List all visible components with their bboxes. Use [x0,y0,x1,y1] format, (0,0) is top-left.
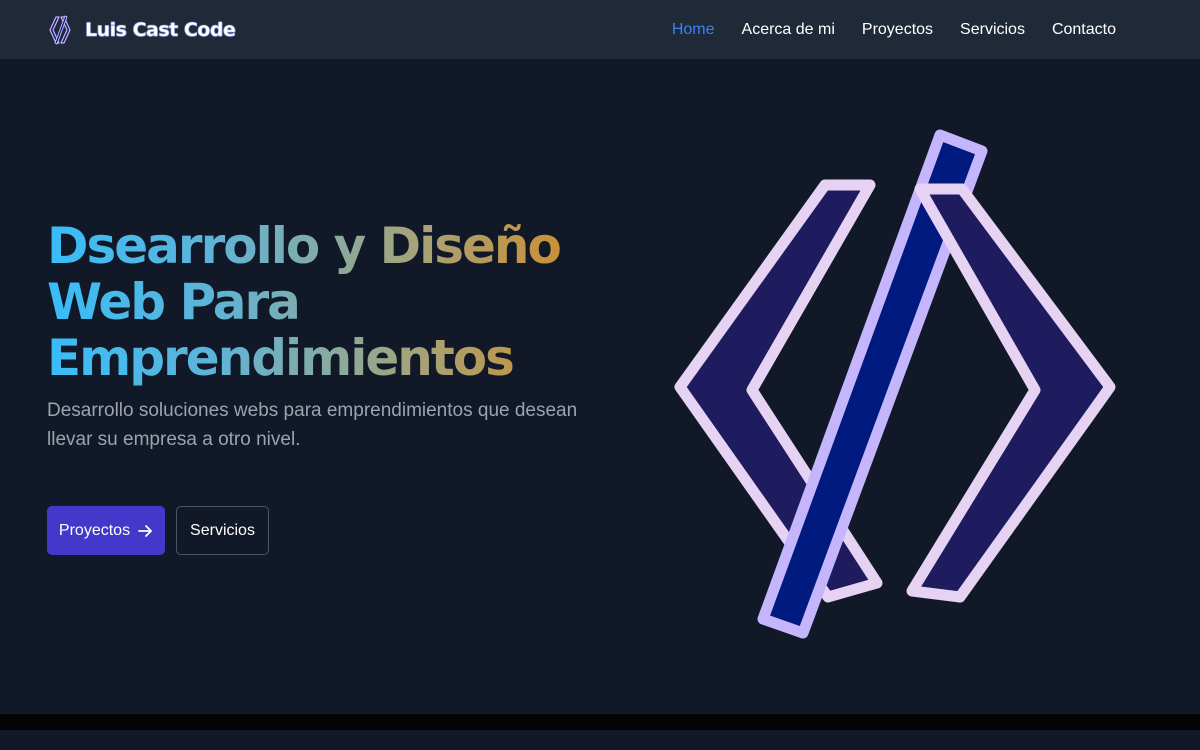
next-section [0,730,1200,750]
nav-links: Home Acerca de mi Proyectos Servicios Co… [672,21,1116,39]
hero-title: Dsearrollo y Diseño Web Para Emprendimie… [47,218,647,386]
hero-buttons: Proyectos Servicios [47,506,269,555]
nav-link-home[interactable]: Home [672,21,715,38]
navbar: Luis Cast Code Home Acerca de mi Proyect… [0,0,1200,59]
nav-link-contacto[interactable]: Contacto [1052,21,1116,38]
hero-content: Dsearrollo y Diseño Web Para Emprendimie… [47,218,647,454]
nav-item-home: Home [672,21,715,39]
code-brackets-logo-icon [49,15,71,44]
arrow-right-icon [138,524,152,537]
nav-link-proyectos[interactable]: Proyectos [862,21,933,38]
hero-title-line-1: Dsearrollo y Diseño [47,217,560,275]
hero-title-line-3: Emprendimientos [47,329,513,387]
servicios-button[interactable]: Servicios [176,506,269,555]
nav-item-proyectos: Proyectos [862,21,933,39]
code-brackets-icon [674,129,1116,639]
proyectos-button[interactable]: Proyectos [47,506,165,555]
nav-item-acerca: Acerca de mi [742,21,835,39]
nav-link-acerca-de-mi[interactable]: Acerca de mi [742,21,835,38]
hero-title-line-2: Web Para [47,273,299,331]
proyectos-button-label: Proyectos [58,521,131,539]
nav-item-servicios: Servicios [960,21,1025,39]
hero-description: Desarrollo soluciones webs para emprendi… [47,400,578,450]
brand-name: Luis Cast Code [85,18,236,41]
brand-link[interactable]: Luis Cast Code [47,15,236,45]
section-divider [0,714,1200,730]
nav-item-contacto: Contacto [1052,21,1116,39]
nav-link-servicios[interactable]: Servicios [960,21,1025,38]
